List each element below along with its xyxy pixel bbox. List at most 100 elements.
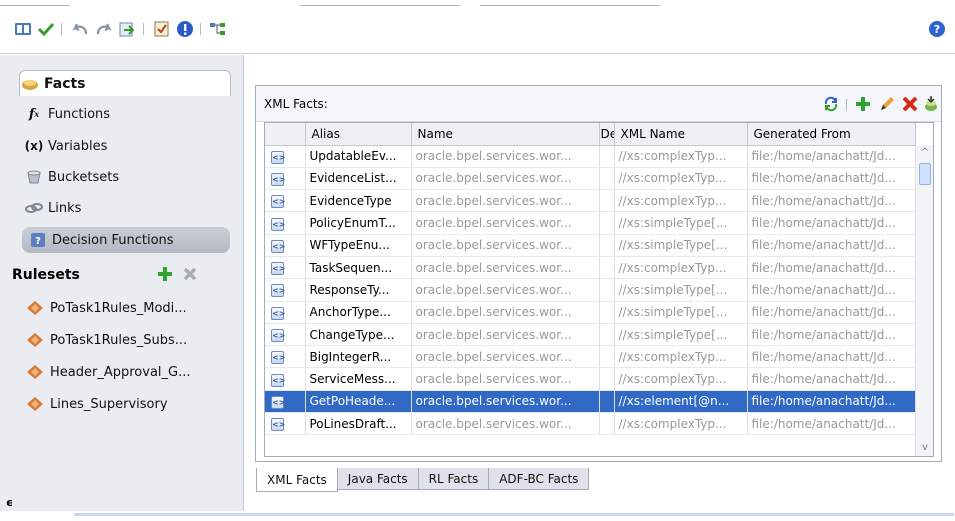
row-fact-icon: <> [265,167,306,191]
delete-fact-icon[interactable] [901,95,919,113]
sidebar-item-facts[interactable]: Facts [19,70,231,96]
reload-icon[interactable] [922,95,940,113]
cell-name: oracle.bpel.services.wor... [411,256,600,280]
row-fact-icon: <> [265,412,306,436]
cell-generated-from: file:/home/anachatt/Jd... [747,256,916,280]
row-fact-icon: <> [265,367,306,391]
cell-generated-from: file:/home/anachatt/Jd... [747,412,916,436]
svg-text:?: ? [35,236,41,247]
validate-icon[interactable] [152,19,172,39]
edit-icon[interactable] [878,95,896,113]
table-row[interactable]: <> PoLinesDraft... oracle.bpel.services.wo… [265,412,916,436]
book-icon[interactable] [13,19,33,39]
help-icon[interactable]: ? [927,19,947,39]
cell-name: oracle.bpel.services.wor... [411,390,600,414]
cell-name: oracle.bpel.services.wor... [411,345,600,369]
cell-name: oracle.bpel.services.wor... [411,278,600,302]
ruleset-icon [24,395,46,413]
table-row[interactable]: <> ChangeType... oracle.bpel.services.wor.… [265,323,916,347]
row-fact-icon: <> [265,234,306,257]
column-header-icon[interactable] [265,123,306,146]
sidebar-item-label: Decision Functions [52,232,174,248]
cell-alias: EvidenceType [305,189,412,213]
cell-xml-name: //xs:simpleType[... [614,234,748,257]
sidebar-item-label: Facts [44,75,86,92]
xml-fact-icon: <> [271,418,286,432]
scroll-down-icon[interactable]: v [919,442,931,454]
facts-icon [20,75,40,93]
cell-name: oracle.bpel.services.wor... [411,301,600,324]
xml-fact-icon: <> [271,284,286,298]
sidebar-item-functions[interactable]: fx Functions [24,101,110,127]
cell-description [599,323,615,347]
ruleset-label: Header_Approval_G... [50,364,191,380]
cell-generated-from: file:/home/anachatt/Jd... [747,189,916,213]
table-row[interactable]: <> GetPoHeade... oracle.bpel.services.wor.… [265,390,916,414]
table-row[interactable]: <> UpdatableEv... oracle.bpel.services.wor… [265,145,916,168]
redo-icon[interactable] [94,19,114,39]
sidebar-item-links[interactable]: Links [24,195,81,221]
column-header-description[interactable]: De [599,123,615,146]
tab-rl-facts[interactable]: RL Facts [417,468,490,490]
cell-generated-from: file:/home/anachatt/Jd... [747,323,916,347]
bottom-bar [0,511,955,521]
ruleset-item[interactable]: PoTask1Rules_Subs... [24,327,187,353]
xml-fact-icon: <> [271,262,286,276]
table-row[interactable]: <> ServiceMess... oracle.bpel.services.wor… [265,367,916,391]
cell-alias: AnchorType... [305,301,412,324]
cell-generated-from: file:/home/anachatt/Jd... [747,345,916,369]
column-header-generated-from[interactable]: Generated From [747,123,916,146]
svg-text:?: ? [934,23,940,36]
cell-name: oracle.bpel.services.wor... [411,412,600,436]
tab-java-facts[interactable]: Java Facts [336,468,419,490]
tab-xml-facts[interactable]: XML Facts [256,468,338,492]
scroll-up-icon[interactable]: ^ [919,147,931,159]
variables-icon: (x) [24,139,44,153]
cell-name: oracle.bpel.services.wor... [411,145,600,168]
table-row[interactable]: <> AnchorType... oracle.bpel.services.wor.… [265,301,916,324]
add-fact-icon[interactable] [854,95,872,113]
column-header-name[interactable]: Name [411,123,600,146]
ruleset-label: PoTask1Rules_Modi... [50,300,187,316]
xml-fact-icon: <> [271,306,286,320]
undo-icon[interactable] [70,19,90,39]
ruleset-item[interactable]: PoTask1Rules_Modi... [24,295,187,321]
ruleset-item[interactable]: Lines_Supervisory [24,391,168,417]
table-header-row: Alias Name De XML Name Generated From [265,123,916,146]
xml-facts-panel: XML Facts: Alias Name D XML Name Generat… [255,85,942,462]
cell-description [599,278,615,302]
import-icon[interactable] [117,19,137,39]
table-row[interactable]: <> BigIntegerR... oracle.bpel.services.wor… [265,345,916,369]
cell-description [599,234,615,257]
table-row[interactable]: <> ResponseTy... oracle.bpel.services.wor.… [265,278,916,302]
tree-icon[interactable] [208,19,228,39]
sidebar-item-variables[interactable]: (x) Variables [24,133,108,159]
refresh-icon[interactable] [822,95,840,113]
table-row[interactable]: <> EvidenceType oracle.bpel.services.wor..… [265,189,916,213]
sidebar-item-decision-functions[interactable]: ? Decision Functions [22,227,230,253]
table-row[interactable]: <> PolicyEnumT... oracle.bpel.services.wor… [265,211,916,235]
tab-adf-bc-facts[interactable]: ADF-BC Facts [488,468,590,490]
cell-description [599,412,615,436]
table-row[interactable]: <> TaskSequen... oracle.bpel.services.wor.… [265,256,916,280]
cell-description [599,301,615,324]
cell-name: oracle.bpel.services.wor... [411,189,600,213]
xml-fact-icon: <> [271,329,286,343]
row-fact-icon: <> [265,301,306,324]
table-row[interactable]: <> EvidenceList... oracle.bpel.services.wo… [265,167,916,191]
xml-fact-icon: <> [271,351,286,365]
ruleset-item[interactable]: Header_Approval_G... [24,359,191,385]
scroll-thumb[interactable] [919,163,931,185]
ruleset-icon [24,363,46,381]
info-icon[interactable] [175,19,195,39]
column-header-xml-name[interactable]: XML Name [614,123,748,146]
table-row[interactable]: <> WFTypeEnu... oracle.bpel.services.wor..… [265,234,916,257]
links-icon [24,199,44,217]
vertical-scrollbar[interactable]: ^ v [915,145,933,456]
sidebar-item-bucketsets[interactable]: Bucketsets [24,164,119,190]
add-icon[interactable] [156,265,174,287]
delete-icon[interactable] [182,266,198,286]
xml-fact-icon: <> [271,150,286,164]
column-header-alias[interactable]: Alias [305,123,412,146]
check-icon[interactable] [36,19,56,39]
